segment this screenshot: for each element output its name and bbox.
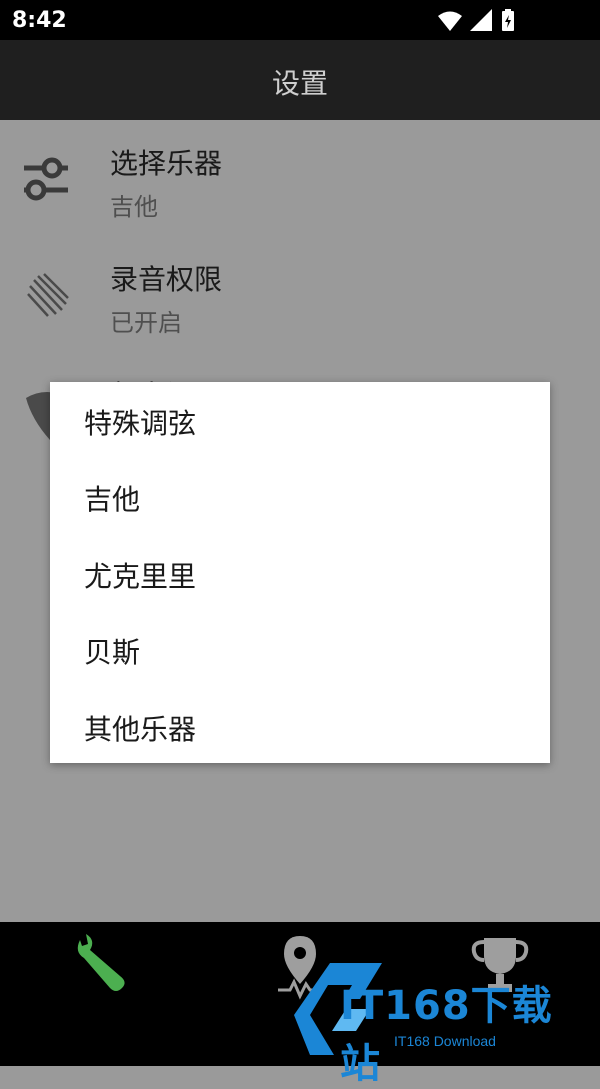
setting-subtitle: 吉他 [110, 193, 158, 221]
wifi-icon [438, 11, 462, 31]
option-label: 其他乐器 [84, 713, 197, 746]
option-label: 吉他 [84, 483, 141, 516]
status-time: 8:42 [12, 8, 67, 33]
dialog-option-bass[interactable]: 贝斯 [50, 611, 550, 687]
battery-charging-icon [502, 9, 514, 31]
watermark-logo: IT168下载站 IT168 Download [290, 955, 590, 1087]
wrench-icon[interactable] [70, 932, 130, 1002]
setting-row-instrument[interactable]: 选择乐器 吉他 [0, 120, 600, 236]
app-bar: 设置 [0, 40, 600, 120]
setting-title: 录音权限 [110, 263, 223, 296]
signal-icon [470, 9, 492, 31]
setting-title: 选择乐器 [110, 147, 223, 180]
instrument-select-dialog: 特殊调弦 吉他 尤克里里 贝斯 其他乐器 [50, 382, 550, 763]
dialog-option-guitar[interactable]: 吉他 [50, 458, 550, 534]
page-title: 设置 [271, 67, 328, 100]
status-icons [438, 9, 514, 31]
dialog-option-ukulele[interactable]: 尤克里里 [50, 535, 550, 611]
dialog-option-other[interactable]: 其他乐器 [50, 688, 550, 764]
watermark-subtitle: IT168 Download [394, 1033, 496, 1049]
dialog-option-special-tuning[interactable]: 特殊调弦 [50, 382, 550, 458]
watermark-brand: IT168下载站 [340, 983, 553, 1087]
option-label: 尤克里里 [84, 560, 197, 593]
status-bar: 8:42 [0, 0, 600, 40]
option-label: 贝斯 [84, 636, 141, 669]
sliders-icon [24, 157, 68, 201]
setting-row-record-permission[interactable]: 录音权限 已开启 [0, 236, 600, 352]
microphone-permission-icon [27, 273, 69, 317]
option-label: 特殊调弦 [84, 407, 197, 440]
setting-subtitle: 已开启 [110, 309, 182, 337]
